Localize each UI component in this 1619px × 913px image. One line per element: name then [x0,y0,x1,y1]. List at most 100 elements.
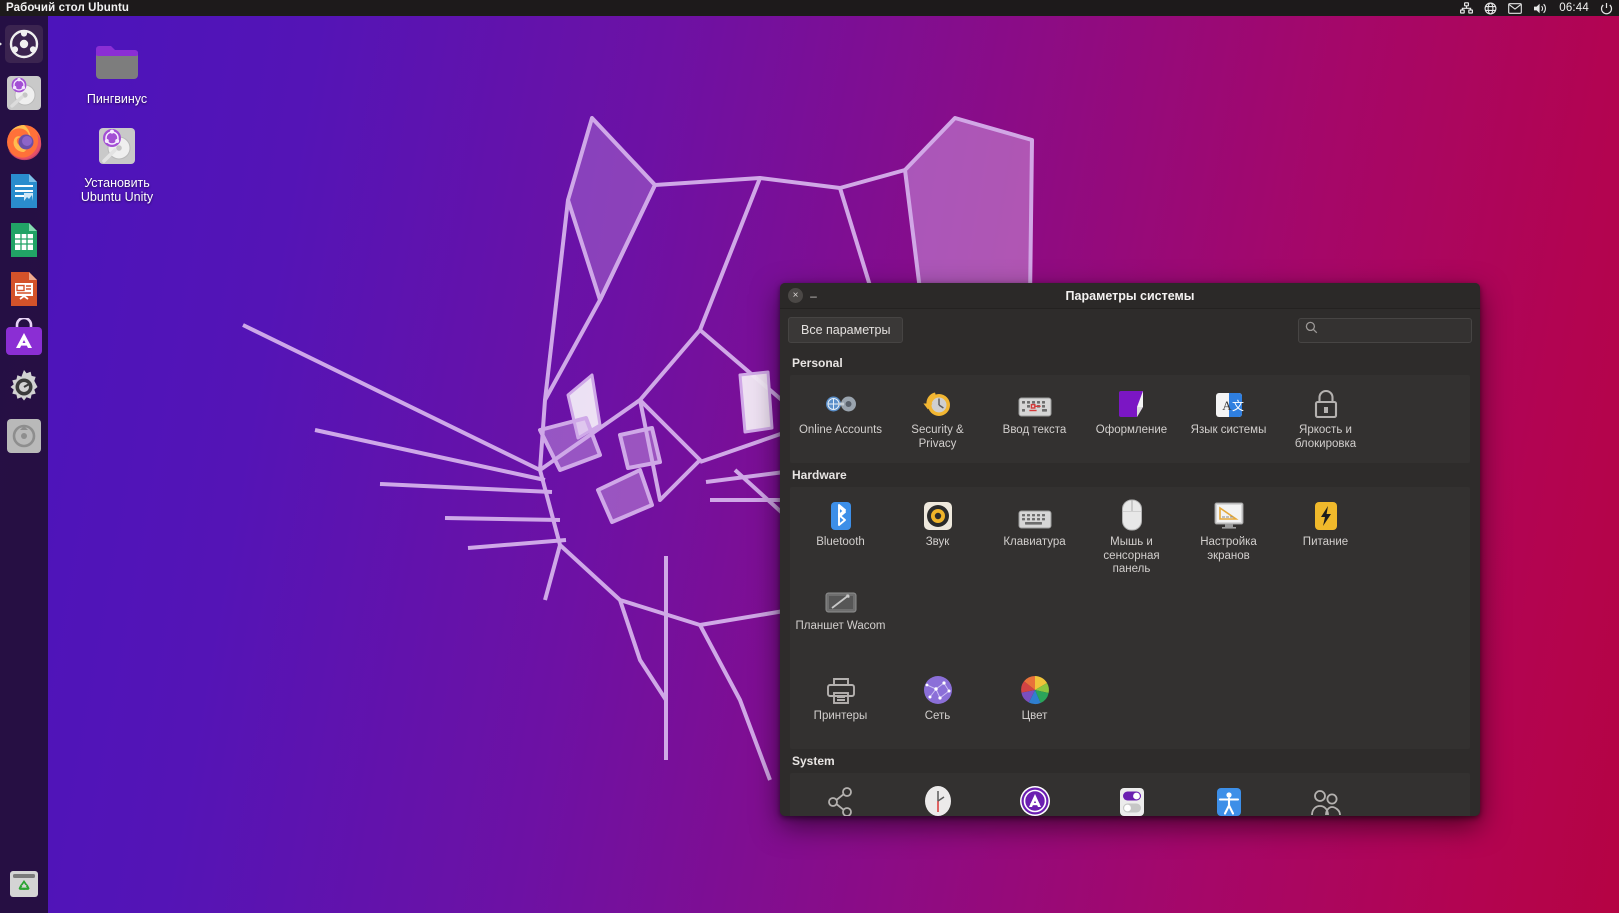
toggles-details-icon [1118,783,1146,817]
network-globe-icon [923,671,953,705]
keyboard-text-entry-icon [1018,385,1052,419]
settings-tile-label: Оформление [1095,424,1168,436]
settings-tile-network[interactable]: Сеть [889,667,986,741]
settings-tile-label: Язык системы [1190,424,1267,436]
launcher-item-libreoffice-calc[interactable] [4,220,44,260]
group-system: Sharing Время и дата [790,772,1470,817]
settings-tile-details[interactable]: Сведения о системе [1083,779,1180,817]
share-nodes-icon [827,783,855,816]
system-settings-window: × – Параметры системы Все параметры Pers… [780,283,1480,816]
settings-tile-label: Ввод текста [1002,424,1067,436]
settings-tile-mouse-touchpad[interactable]: Мышь и сенсорная панель [1083,493,1180,577]
speaker-sound-icon [923,497,953,531]
launcher-item-firefox[interactable] [4,122,44,162]
settings-tile-power[interactable]: Питание [1277,493,1374,577]
settings-tile-label: Клавиатура [1003,536,1066,548]
top-panel: Рабочий стол Ubuntu 06:44 [0,0,1619,16]
users-icon [1310,783,1342,817]
svg-text:文: 文 [1232,398,1244,413]
settings-tile-label: Планшет Wacom [795,619,886,632]
settings-tile-sound[interactable]: Звук [889,493,986,577]
color-wheel-icon [1020,671,1050,705]
launcher-item-libreoffice-impress[interactable] [4,269,44,309]
settings-tile-appearance[interactable]: Оформление [1083,381,1180,455]
group-header-system: System [792,753,835,768]
settings-toolbar: Все параметры [780,309,1480,351]
window-titlebar[interactable]: × – Параметры системы [780,283,1480,309]
settings-tile-label: Звук [925,536,950,548]
settings-tile-printers[interactable]: Принтеры [792,667,889,741]
language-globe-icon[interactable] [1484,2,1497,15]
panel-title: Рабочий стол Ubuntu [6,2,130,14]
launcher-item-trash[interactable] [4,863,44,903]
settings-tile-language-support[interactable]: A 文 Язык системы [1180,381,1277,455]
power-bolt-icon [1312,497,1340,531]
folder-icon [65,36,169,88]
settings-tile-label: Яркость и блокировка [1294,424,1357,450]
group-personal: Online Accounts Security & Privacy Ввод … [790,375,1470,463]
accessibility-icon [1215,783,1243,817]
settings-tile-label: Security & Privacy [911,424,964,450]
settings-tile-label: Сеть [924,709,951,722]
clock-icon [923,783,953,817]
panel-indicators: 06:44 [1460,2,1619,15]
search-input[interactable] [1323,323,1465,337]
window-title: Параметры системы [1065,288,1195,303]
settings-tile-security-privacy[interactable]: Security & Privacy [889,381,986,455]
svg-text:A: A [1222,398,1232,413]
bluetooth-icon [827,497,855,531]
settings-tile-sharing[interactable]: Sharing [792,779,889,816]
minimize-icon[interactable]: – [806,288,821,303]
settings-tile-color[interactable]: Цвет [986,667,1083,741]
displays-icon [1213,497,1245,531]
settings-tile-text-entry[interactable]: Ввод текста [986,381,1083,455]
settings-tile-label: Online Accounts [798,424,883,436]
settings-tile-user-accounts[interactable]: Учётные записи [1277,779,1374,817]
launcher-item-system-settings[interactable] [4,367,44,407]
all-settings-button[interactable]: Все параметры [788,317,904,343]
volume-icon[interactable] [1533,2,1548,15]
launcher-item-dash-home[interactable] [4,24,44,64]
messaging-envelope-icon[interactable] [1508,2,1523,14]
settings-tile-label: Bluetooth [816,536,865,548]
language-support-icon: A 文 [1214,385,1244,419]
settings-tile-displays[interactable]: Настройка экранов [1180,493,1277,577]
launcher-item-libreoffice-writer[interactable] [4,171,44,211]
security-privacy-icon [922,385,954,419]
desktop-icon-label: Пингвинус [86,92,148,106]
unity-launcher [0,16,48,913]
padlock-icon [1313,385,1339,419]
settings-tile-datetime[interactable]: Время и дата [889,779,986,817]
desktop-icon-label-line2: Ubuntu Unity [80,190,154,204]
installer-disc-icon [65,120,169,172]
settings-tile-universal-access[interactable]: Специальные возможности [1180,779,1277,817]
settings-tile-brightness-lock[interactable]: Яркость и блокировка [1277,381,1374,455]
settings-tile-label: Принтеры [813,709,868,722]
network-icon[interactable] [1460,2,1474,14]
mouse-icon [1121,497,1143,531]
settings-tile-label: Мышь и сенсорная панель [1103,536,1160,575]
settings-tile-keyboard[interactable]: Клавиатура [986,493,1083,577]
online-accounts-icon [825,385,857,419]
settings-tile-online-accounts[interactable]: Online Accounts [792,381,889,455]
appearance-icon [1117,385,1147,419]
settings-tile-software-updates[interactable]: Программы и обновления [986,779,1083,817]
launcher-item-software-updater[interactable] [4,416,44,456]
settings-tile-bluetooth[interactable]: Bluetooth [792,493,889,577]
group-hardware: Bluetooth Звук Клавиатура Мышь и сенсорн… [790,487,1470,749]
launcher-item-files[interactable] [4,73,44,113]
desktop-icon-folder-pingvinus[interactable]: Пингвинус [65,36,169,106]
settings-tile-label: Питание [1302,536,1349,548]
close-icon[interactable]: × [788,288,803,303]
group-header-personal: Personal [792,356,843,370]
search-box[interactable] [1298,317,1472,343]
wacom-tablet-icon [825,581,857,615]
session-power-icon[interactable] [1600,2,1613,15]
settings-panes: Personal Online Accounts Security & Priv… [780,351,1480,816]
launcher-item-ubuntu-software[interactable] [4,318,44,358]
search-icon [1305,321,1318,339]
settings-tile-wacom-tablet[interactable]: Планшет Wacom [792,577,889,651]
desktop-icon-install-ubuntu-unity[interactable]: Установить Ubuntu Unity [65,120,169,204]
desktop-icon-label: Установить Ubuntu Unity [65,176,169,204]
clock-label[interactable]: 06:44 [1559,2,1589,14]
